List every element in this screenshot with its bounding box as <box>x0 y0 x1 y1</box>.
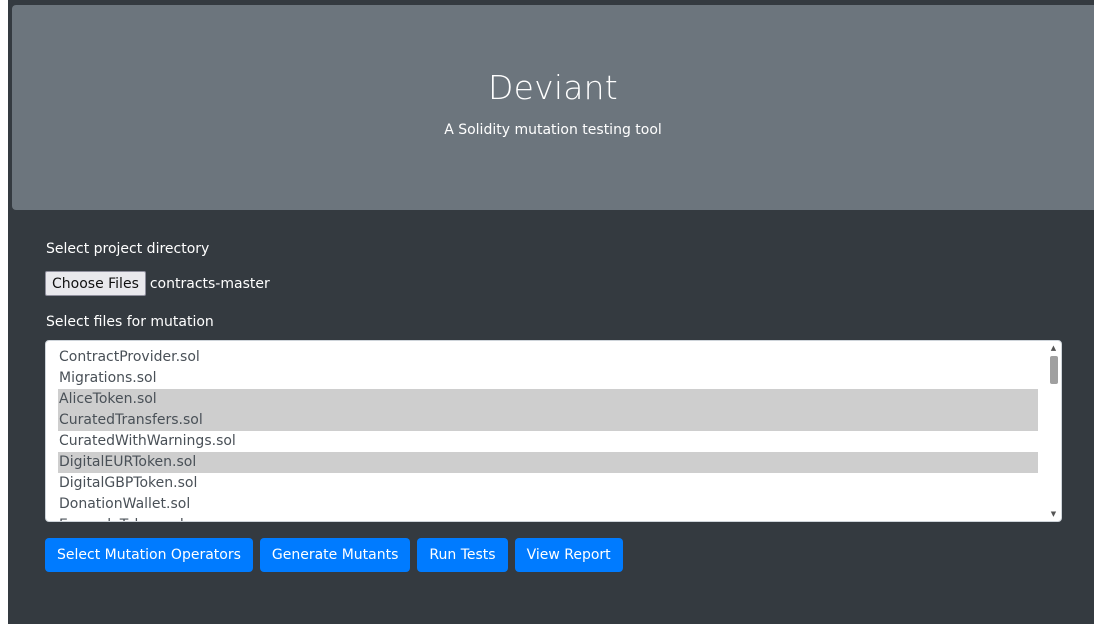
mutation-files-label: Select files for mutation <box>46 314 214 330</box>
app-subtitle: A Solidity mutation testing tool <box>444 122 662 138</box>
file-option[interactable]: DigitalEURToken.sol <box>58 452 1038 473</box>
project-directory-label: Select project directory <box>46 241 210 257</box>
jumbotron-header: Deviant A Solidity mutation testing tool <box>12 5 1094 210</box>
select-mutation-operators-button[interactable]: Select Mutation Operators <box>45 538 253 572</box>
file-option[interactable]: CuratedTransfers.sol <box>58 410 1038 431</box>
file-option[interactable]: AliceToken.sol <box>58 389 1038 410</box>
listbox-scrollbar[interactable]: ▲ ▼ <box>1047 342 1060 520</box>
mutation-files-listbox[interactable]: ContractProvider.sol Migrations.sol AliceT… <box>45 340 1062 522</box>
scrollbar-thumb[interactable] <box>1050 356 1058 384</box>
file-option[interactable]: DigitalGBPToken.sol <box>58 473 1038 494</box>
file-option[interactable]: Migrations.sol <box>58 368 1038 389</box>
file-option[interactable]: ExampleToken.sol <box>58 515 1038 521</box>
file-option[interactable]: ContractProvider.sol <box>58 347 1038 368</box>
run-tests-button[interactable]: Run Tests <box>417 538 508 572</box>
project-directory-picker: Choose Files contracts-master <box>45 271 270 296</box>
view-report-button[interactable]: View Report <box>514 538 623 572</box>
mutation-files-options: ContractProvider.sol Migrations.sol AliceT… <box>58 347 1038 521</box>
action-buttons: Select Mutation Operators Generate Mutan… <box>45 538 623 572</box>
choose-files-button[interactable]: Choose Files <box>45 271 146 296</box>
file-option[interactable]: DonationWallet.sol <box>58 494 1038 515</box>
generate-mutants-button[interactable]: Generate Mutants <box>259 538 411 572</box>
file-option[interactable]: CuratedWithWarnings.sol <box>58 431 1038 452</box>
scroll-down-arrow-icon[interactable]: ▼ <box>1047 508 1060 520</box>
scroll-up-arrow-icon[interactable]: ▲ <box>1047 342 1060 354</box>
app-title: Deviant <box>488 68 618 107</box>
chosen-directory-name: contracts-master <box>149 275 270 292</box>
